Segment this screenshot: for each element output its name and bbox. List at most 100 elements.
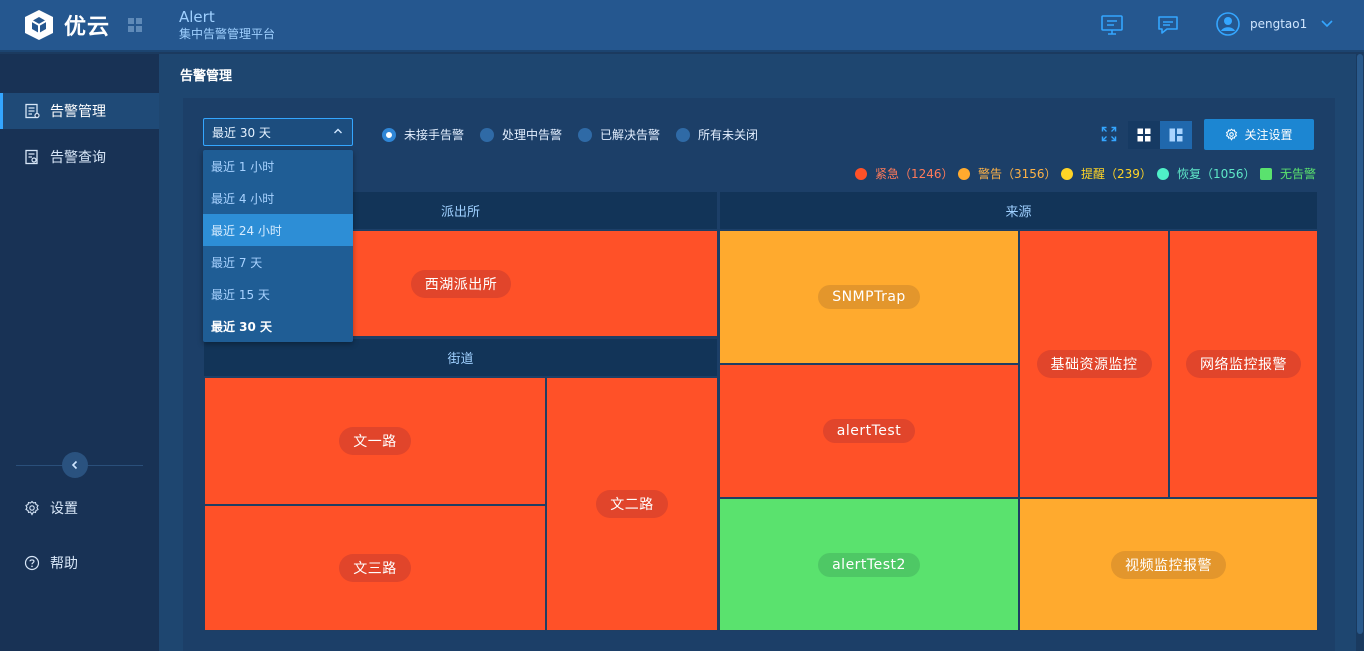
sidebar-item-help[interactable]: 帮助 bbox=[0, 545, 159, 581]
radio-all-unclosed[interactable]: 所有未关闭 bbox=[676, 126, 758, 143]
group-header-source: 来源 bbox=[720, 192, 1317, 229]
radio-button bbox=[480, 127, 494, 142]
follow-settings-label: 关注设置 bbox=[1244, 128, 1293, 142]
treemap-cell-label: 网络监控报警 bbox=[1186, 350, 1301, 378]
alert-search-icon bbox=[25, 149, 38, 165]
treemap-cell-label: 基础资源监控 bbox=[1036, 350, 1152, 378]
time-option-4h[interactable]: 最近 4 小时 bbox=[203, 182, 353, 214]
legend-item-no-alert[interactable]: 无告警 bbox=[1260, 165, 1316, 182]
group-header-street: 街道 bbox=[204, 339, 717, 376]
treemap-cell-network-monitoring[interactable]: 网络监控报警 bbox=[1169, 230, 1318, 498]
sidebar-item-label: 告警管理 bbox=[50, 104, 106, 120]
app-title: Alert 集中告警管理平台 bbox=[179, 8, 275, 42]
sidebar-item-alert-management[interactable]: 告警管理 bbox=[0, 93, 159, 129]
radio-button bbox=[578, 127, 592, 142]
sidebar-item-alert-query[interactable]: 告警查询 bbox=[0, 139, 159, 175]
time-option-30d[interactable]: 最近 30 天 bbox=[203, 310, 353, 342]
brand-name: 优云 bbox=[64, 15, 111, 40]
time-option-1h[interactable]: 最近 1 小时 bbox=[203, 150, 353, 182]
radio-unassigned-alerts[interactable]: 未接手告警 bbox=[382, 126, 464, 143]
time-option-7d[interactable]: 最近 7 天 bbox=[203, 246, 353, 278]
legend-swatch bbox=[1260, 167, 1272, 180]
chevron-left-icon bbox=[71, 460, 78, 470]
treemap-cell-label: SNMPTrap bbox=[818, 285, 920, 309]
radio-label: 处理中告警 bbox=[502, 128, 563, 142]
treemap-cell-label: 文二路 bbox=[596, 490, 668, 518]
app-subtitle: 集中告警管理平台 bbox=[179, 27, 276, 41]
chevron-down-icon bbox=[1321, 20, 1333, 28]
time-range-dropdown: 最近 1 小时 最近 4 小时 最近 24 小时 最近 7 天 最近 15 天 … bbox=[203, 150, 353, 342]
radio-processing-alerts[interactable]: 处理中告警 bbox=[480, 126, 562, 143]
group-header-label: 来源 bbox=[1005, 205, 1032, 220]
treemap-cell-label: 文三路 bbox=[339, 554, 411, 582]
treemap-cell-label: 视频监控报警 bbox=[1111, 550, 1226, 579]
logo[interactable]: 优云 bbox=[22, 8, 110, 42]
sidebar-item-label: 帮助 bbox=[50, 556, 78, 572]
treemap-cell-wener-road[interactable]: 文二路 bbox=[546, 377, 718, 631]
treemap-cell-label: 西湖派出所 bbox=[410, 269, 512, 298]
legend-label: 无告警 bbox=[1280, 167, 1317, 181]
grid-view-button[interactable] bbox=[1128, 121, 1160, 149]
follow-settings-button[interactable]: 关注设置 bbox=[1204, 119, 1314, 150]
time-option-15d[interactable]: 最近 15 天 bbox=[203, 278, 353, 310]
message-icon[interactable] bbox=[1156, 13, 1180, 37]
app-name: Alert bbox=[179, 8, 215, 26]
username: pengtao1 bbox=[1250, 17, 1308, 31]
logo-icon bbox=[25, 10, 53, 40]
radio-label: 所有未关闭 bbox=[698, 128, 759, 142]
sidebar-item-settings[interactable]: 设置 bbox=[0, 490, 159, 526]
radio-button bbox=[676, 127, 690, 142]
legend-label: 紧急（1246） bbox=[875, 167, 954, 181]
treemap-cell-wenyi-road[interactable]: 文一路 bbox=[204, 377, 546, 505]
legend-swatch bbox=[958, 167, 970, 180]
radio-label: 未接手告警 bbox=[404, 128, 465, 142]
top-bar: 优云 Alert 集中告警管理平台 pengtao1 bbox=[0, 0, 1364, 52]
legend-label: 提醒（239） bbox=[1081, 167, 1152, 181]
treemap-view-icon bbox=[1169, 128, 1183, 142]
treemap-cell-label: alertTest bbox=[822, 419, 916, 443]
page-title: 告警管理 bbox=[180, 69, 233, 84]
grid-view-icon bbox=[1137, 128, 1151, 142]
treemap-cell-alerttest[interactable]: alertTest bbox=[719, 364, 1019, 498]
treemap-cell-wensan-road[interactable]: 文三路 bbox=[204, 505, 546, 631]
treemap-cell-snmptrap[interactable]: SNMPTrap bbox=[719, 230, 1019, 364]
apps-grid-icon[interactable] bbox=[128, 18, 142, 32]
radio-resolved-alerts[interactable]: 已解决告警 bbox=[578, 126, 660, 143]
gear-icon bbox=[1226, 128, 1238, 141]
legend-item-critical[interactable]: 紧急（1246） bbox=[855, 165, 954, 182]
legend-item-reminder[interactable]: 提醒（239） bbox=[1061, 165, 1152, 182]
time-option-24h[interactable]: 最近 24 小时 bbox=[203, 214, 353, 246]
group-header-label: 街道 bbox=[447, 352, 474, 367]
user-avatar-icon bbox=[1216, 12, 1240, 36]
sidebar-collapse-button[interactable] bbox=[62, 452, 88, 478]
legend-swatch bbox=[855, 167, 867, 180]
monitor-icon[interactable] bbox=[1100, 13, 1124, 37]
legend-item-recovered[interactable]: 恢复（1056） bbox=[1157, 165, 1256, 182]
group-header-label: 派出所 bbox=[440, 205, 480, 220]
treemap-cell-video-monitoring[interactable]: 视频监控报警 bbox=[1019, 498, 1318, 631]
time-range-value: 最近 30 天 bbox=[212, 125, 271, 140]
legend-swatch bbox=[1157, 167, 1169, 180]
treemap-view-button[interactable] bbox=[1160, 121, 1192, 149]
legend-label: 警告（3156） bbox=[978, 167, 1057, 181]
treemap-cell-label: alertTest2 bbox=[818, 552, 920, 577]
treemap-cell-label: 文一路 bbox=[339, 427, 411, 455]
gear-icon bbox=[25, 500, 39, 516]
view-toggle bbox=[1128, 121, 1192, 149]
sidebar-item-label: 告警查询 bbox=[50, 150, 106, 166]
user-menu[interactable]: pengtao1 bbox=[1216, 12, 1333, 36]
help-icon bbox=[24, 555, 40, 571]
radio-label: 已解决告警 bbox=[600, 128, 661, 142]
legend-label: 恢复（1056） bbox=[1177, 167, 1256, 181]
chevron-up-icon bbox=[334, 128, 342, 134]
time-range-select[interactable]: 最近 30 天 bbox=[203, 118, 353, 146]
radio-button bbox=[382, 127, 396, 142]
treemap-cell-infra-monitoring[interactable]: 基础资源监控 bbox=[1019, 230, 1169, 498]
sidebar-item-label: 设置 bbox=[50, 501, 78, 517]
fullscreen-icon[interactable] bbox=[1101, 126, 1117, 142]
treemap-cell-alerttest2[interactable]: alertTest2 bbox=[719, 498, 1019, 631]
sidebar: 告警管理 告警查询 设置 帮助 bbox=[0, 54, 159, 651]
legend-item-warning[interactable]: 警告（3156） bbox=[958, 165, 1057, 182]
legend-swatch bbox=[1061, 167, 1073, 180]
scrollbar[interactable] bbox=[1356, 54, 1364, 651]
